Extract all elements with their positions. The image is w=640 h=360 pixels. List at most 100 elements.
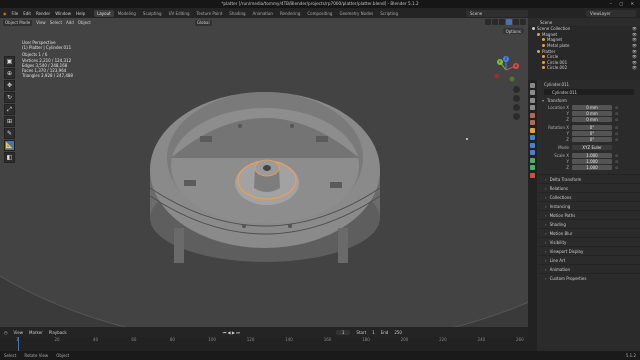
particles-tab-icon[interactable] xyxy=(530,142,535,148)
scale-z-field[interactable]: 1.000 xyxy=(572,164,612,170)
object-name-field[interactable]: Cylinder.011 xyxy=(544,89,634,95)
panel-header[interactable]: › Delta Transform xyxy=(538,174,640,183)
menu-help[interactable]: Help xyxy=(76,11,85,16)
window-controls[interactable]: – ▢ ✕ xyxy=(610,0,637,8)
visibility-eye-icon[interactable]: 👁 xyxy=(632,26,637,31)
constraints-tab-icon[interactable] xyxy=(530,157,535,163)
outliner-search-field[interactable]: Scene xyxy=(540,20,552,25)
object-tab-icon[interactable] xyxy=(530,127,535,133)
add-cube-tool-icon[interactable]: ◧ xyxy=(4,152,15,163)
rotation-z-field[interactable]: 0° xyxy=(572,136,612,142)
visibility-eye-icon[interactable]: 👁 xyxy=(632,49,637,54)
perspective-toggle-icon[interactable] xyxy=(513,113,520,120)
tab-texture-paint[interactable]: Texture Paint xyxy=(193,10,225,17)
camera-view-icon[interactable] xyxy=(513,104,520,111)
panel-header[interactable]: › Motion Paths xyxy=(538,210,640,219)
rotation-y-field[interactable]: 0° xyxy=(572,130,612,136)
clock-icon[interactable]: ◷ xyxy=(4,330,8,335)
current-frame-field[interactable]: 1 xyxy=(335,329,351,335)
timeline-ruler[interactable]: 120406080100120140160180200220240260 xyxy=(0,337,528,342)
tab-uv-editing[interactable]: UV Editing xyxy=(166,10,193,17)
panel-header[interactable]: › Collections xyxy=(538,192,640,201)
scene-selector[interactable]: Scene xyxy=(466,10,528,17)
playback-controls-icon[interactable]: ⏮ ◀ ▶ ⏭ xyxy=(223,330,240,335)
lock-icon[interactable]: ⊙ xyxy=(615,117,618,122)
menu-file[interactable]: File xyxy=(12,11,19,16)
viewport-scene[interactable] xyxy=(0,18,528,327)
overlay-icon[interactable] xyxy=(485,19,491,25)
lock-icon[interactable]: ⊙ xyxy=(615,105,618,110)
viewport-menu-view[interactable]: View xyxy=(36,20,46,25)
menu-render[interactable]: Render xyxy=(36,11,50,16)
transform-tool-icon[interactable]: ⊞ xyxy=(4,116,15,127)
location-x-field[interactable]: 0 mm xyxy=(572,104,612,110)
rendered-shading-icon[interactable] xyxy=(520,19,526,25)
outliner-item[interactable]: Circle.002 👁 xyxy=(528,65,640,71)
lock-icon[interactable]: ⊙ xyxy=(615,153,618,158)
visibility-eye-icon[interactable]: 👁 xyxy=(632,43,637,48)
render-tab-icon[interactable] xyxy=(530,90,535,95)
wireframe-shading-icon[interactable] xyxy=(499,19,505,25)
menu-window[interactable]: Window xyxy=(55,11,71,16)
lock-icon[interactable]: ⊙ xyxy=(615,165,618,170)
panel-header[interactable]: › Relations xyxy=(538,183,640,192)
lock-icon[interactable]: ⊙ xyxy=(615,111,618,116)
timeline-menu-view[interactable]: View xyxy=(14,330,24,335)
tool-tab-icon[interactable] xyxy=(530,82,535,88)
location-y-field[interactable]: 0 mm xyxy=(572,110,612,116)
lock-icon[interactable]: ⊙ xyxy=(615,159,618,164)
output-tab-icon[interactable] xyxy=(530,97,535,103)
tab-geometry-nodes[interactable]: Geometry Nodes xyxy=(336,10,376,17)
solid-shading-icon[interactable] xyxy=(506,19,512,25)
start-frame-field[interactable]: 1 xyxy=(372,330,375,335)
modifier-tab-icon[interactable] xyxy=(530,135,535,140)
tab-animation[interactable]: Animation xyxy=(250,10,276,17)
rotation-mode-dropdown[interactable]: XYZ Euler xyxy=(572,144,612,150)
viewport-menu-select[interactable]: Select xyxy=(50,20,62,25)
blender-logo-icon[interactable]: ◉ xyxy=(3,11,7,16)
3d-viewport[interactable]: Object Mode View Select Add Object Globa… xyxy=(0,18,528,327)
rotation-x-field[interactable]: 0° xyxy=(572,124,612,130)
menu-edit[interactable]: Edit xyxy=(23,11,31,16)
timeline-menu-playback[interactable]: Playback xyxy=(49,330,67,335)
measure-tool-icon[interactable]: 📐 xyxy=(4,140,15,151)
object-mode-dropdown[interactable]: Object Mode xyxy=(3,19,33,26)
timeline-menu-marker[interactable]: Marker xyxy=(29,330,43,335)
navigation-gizmo[interactable]: X Y Z xyxy=(492,56,520,84)
cursor-tool-icon[interactable]: ⊕ xyxy=(4,68,15,79)
lock-icon[interactable]: ⊙ xyxy=(615,137,618,142)
visibility-eye-icon[interactable]: 👁 xyxy=(632,37,637,42)
pan-icon[interactable] xyxy=(513,95,520,102)
scale-x-field[interactable]: 1.000 xyxy=(572,152,612,158)
visibility-eye-icon[interactable]: 👁 xyxy=(632,60,637,65)
tab-layout[interactable]: Layout xyxy=(94,9,114,17)
orientation-dropdown[interactable]: Global xyxy=(194,19,212,26)
visibility-eye-icon[interactable]: 👁 xyxy=(632,65,637,70)
visibility-eye-icon[interactable]: 👁 xyxy=(632,32,637,37)
view-layer-tab-icon[interactable] xyxy=(530,105,535,110)
view-layer-selector[interactable]: ViewLayer xyxy=(586,10,636,17)
physics-tab-icon[interactable] xyxy=(530,150,535,155)
scene-tab-icon[interactable] xyxy=(530,112,535,118)
tab-compositing[interactable]: Compositing xyxy=(304,10,335,17)
lock-icon[interactable]: ⊙ xyxy=(615,131,618,136)
transform-panel-header[interactable]: ▾ Transform xyxy=(538,97,640,104)
tab-scripting[interactable]: Scripting xyxy=(377,10,401,17)
tab-modeling[interactable]: Modeling xyxy=(115,10,139,17)
scale-tool-icon[interactable]: ⤢ xyxy=(4,104,15,115)
tab-shading[interactable]: Shading xyxy=(226,10,248,17)
world-tab-icon[interactable] xyxy=(530,120,535,125)
scale-y-field[interactable]: 1.000 xyxy=(572,158,612,164)
panel-header[interactable]: › Animation xyxy=(538,264,640,273)
visibility-eye-icon[interactable]: 👁 xyxy=(632,54,637,59)
panel-header[interactable]: › Instancing xyxy=(538,201,640,210)
annotate-tool-icon[interactable]: ✎ xyxy=(4,128,15,139)
panel-header[interactable]: › Viewport Display xyxy=(538,246,640,255)
zoom-icon[interactable] xyxy=(513,86,520,93)
lock-icon[interactable]: ⊙ xyxy=(615,125,618,130)
options-button[interactable]: Options xyxy=(502,28,524,34)
viewport-menu-add[interactable]: Add xyxy=(66,20,74,25)
panel-header[interactable]: › Line Art xyxy=(538,255,640,264)
material-tab-icon[interactable] xyxy=(530,172,535,178)
data-tab-icon[interactable] xyxy=(530,165,535,170)
